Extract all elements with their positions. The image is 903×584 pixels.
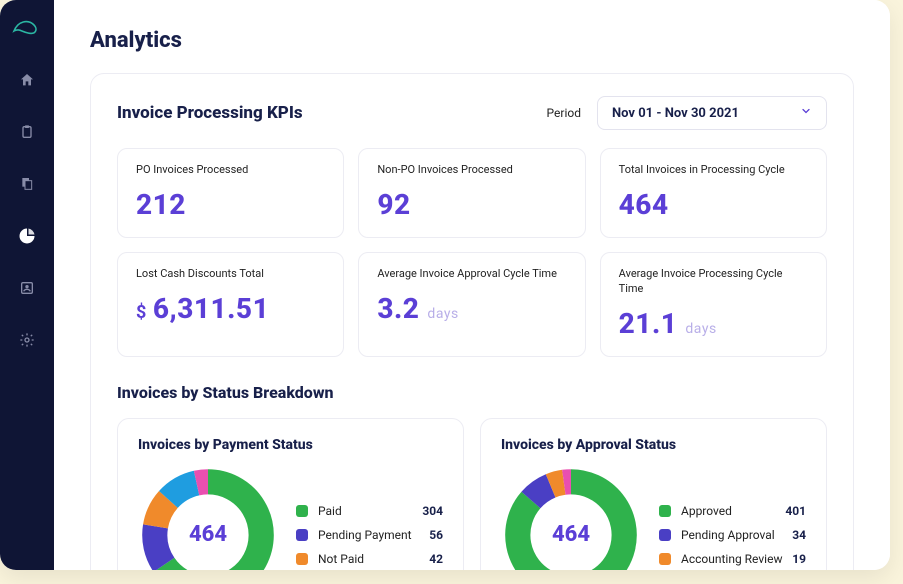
chart-row: Invoices by Payment Status 464 Paid 304 Pend… — [117, 418, 827, 570]
kpi-value: 212 — [136, 188, 325, 221]
period-select[interactable]: Nov 01 - Nov 30 2021 — [597, 96, 827, 130]
kpi-card: Average Invoice Approval Cycle Time 3.2 da… — [358, 252, 585, 357]
legend-swatch — [296, 529, 308, 541]
kpi-suffix: days — [685, 321, 716, 337]
legend-value: 19 — [792, 552, 806, 566]
clipboard-icon — [19, 124, 35, 140]
kpi-number: 464 — [619, 188, 669, 221]
legend-item: Accounting Review 19 — [659, 552, 806, 566]
kpi-number: 212 — [136, 188, 186, 221]
documents-icon — [19, 176, 35, 192]
donut: 464 — [501, 465, 641, 570]
main-content: Analytics Invoice Processing KPIs Period… — [54, 0, 890, 570]
chart-legend: Approved 401 Pending Approval 34 Accounting … — [659, 504, 806, 566]
kpi-label: Total Invoices in Processing Cycle — [619, 163, 808, 178]
page-title: Analytics — [90, 28, 854, 53]
legend-value: 401 — [785, 504, 806, 518]
legend-swatch — [296, 553, 308, 565]
nav-clipboard[interactable] — [13, 118, 41, 146]
brand-logo — [12, 12, 42, 42]
kpi-label: Non-PO Invoices Processed — [377, 163, 566, 178]
kpi-prefix: $ — [136, 302, 147, 323]
pie-chart-icon — [18, 227, 36, 245]
period-value: Nov 01 - Nov 30 2021 — [612, 106, 739, 121]
legend-item: Paid 304 — [296, 504, 443, 518]
nav-settings[interactable] — [13, 326, 41, 354]
kpi-label: Average Invoice Approval Cycle Time — [377, 267, 566, 282]
legend-value: 56 — [429, 528, 443, 542]
kpi-suffix: days — [427, 306, 458, 322]
legend-swatch — [659, 505, 671, 517]
period-picker: Period Nov 01 - Nov 30 2021 — [547, 96, 827, 130]
kpi-panel-header: Invoice Processing KPIs Period Nov 01 - … — [117, 96, 827, 130]
nav-analytics[interactable] — [13, 222, 41, 250]
legend-item: Pending Approval 34 — [659, 528, 806, 542]
kpi-card: Average Invoice Processing Cycle Time 21.… — [600, 252, 827, 357]
home-icon — [19, 72, 35, 88]
kpi-value: 92 — [377, 188, 566, 221]
kpi-panel: Invoice Processing KPIs Period Nov 01 - … — [90, 73, 854, 570]
kpi-card: Non-PO Invoices Processed 92 — [358, 148, 585, 238]
donut-center-value: 464 — [172, 499, 244, 570]
kpi-number: 92 — [377, 188, 410, 221]
chart-title: Invoices by Payment Status — [138, 437, 443, 453]
nav-documents[interactable] — [13, 170, 41, 198]
legend-swatch — [659, 529, 671, 541]
kpi-label: Lost Cash Discounts Total — [136, 267, 325, 282]
kpi-value: 21.1 days — [619, 307, 808, 340]
legend-swatch — [659, 553, 671, 565]
chart-card: Invoices by Payment Status 464 Paid 304 Pend… — [117, 418, 464, 570]
chart-body: 464 Approved 401 Pending Approval 34 Accounti… — [501, 465, 806, 570]
legend-value: 304 — [422, 504, 443, 518]
kpi-value: $6,311.51 — [136, 292, 325, 325]
legend-value: 42 — [429, 552, 443, 566]
app-window: Analytics Invoice Processing KPIs Period… — [0, 0, 890, 570]
legend-value: 34 — [792, 528, 806, 542]
donut-center-value: 464 — [535, 499, 607, 570]
person-card-icon — [19, 280, 35, 296]
legend-label: Not Paid — [318, 552, 364, 566]
sidebar — [0, 0, 54, 570]
nav-contacts[interactable] — [13, 274, 41, 302]
legend-label: Pending Payment — [318, 528, 412, 542]
legend-label: Accounting Review — [681, 552, 782, 566]
kpi-value: 3.2 days — [377, 292, 566, 325]
period-label: Period — [547, 106, 581, 120]
chevron-down-icon — [800, 105, 812, 121]
kpi-number: 6,311.51 — [153, 292, 269, 325]
kpi-label: Average Invoice Processing Cycle Time — [619, 267, 808, 297]
kpi-number: 3.2 — [377, 292, 419, 325]
legend-label: Paid — [318, 504, 342, 518]
donut: 464 — [138, 465, 278, 570]
kpi-card: PO Invoices Processed 212 — [117, 148, 344, 238]
kpi-number: 21.1 — [619, 307, 678, 340]
kpi-value: 464 — [619, 188, 808, 221]
legend-swatch — [296, 505, 308, 517]
legend-item: Not Paid 42 — [296, 552, 443, 566]
chart-body: 464 Paid 304 Pending Payment 56 Not Paid 42 — [138, 465, 443, 570]
nav-home[interactable] — [13, 66, 41, 94]
kpi-panel-title: Invoice Processing KPIs — [117, 103, 303, 123]
chart-card: Invoices by Approval Status 464 Approved 40… — [480, 418, 827, 570]
kpi-label: PO Invoices Processed — [136, 163, 325, 178]
chart-title: Invoices by Approval Status — [501, 437, 806, 453]
legend-item: Approved 401 — [659, 504, 806, 518]
breakdown-title: Invoices by Status Breakdown — [117, 383, 827, 402]
legend-item: Pending Payment 56 — [296, 528, 443, 542]
kpi-card: Total Invoices in Processing Cycle 464 — [600, 148, 827, 238]
legend-label: Pending Approval — [681, 528, 775, 542]
chart-legend: Paid 304 Pending Payment 56 Not Paid 42 — [296, 504, 443, 566]
gear-icon — [19, 332, 35, 348]
kpi-card: Lost Cash Discounts Total $6,311.51 — [117, 252, 344, 357]
legend-label: Approved — [681, 504, 732, 518]
kpi-grid: PO Invoices Processed 212 Non-PO Invoices … — [117, 148, 827, 357]
